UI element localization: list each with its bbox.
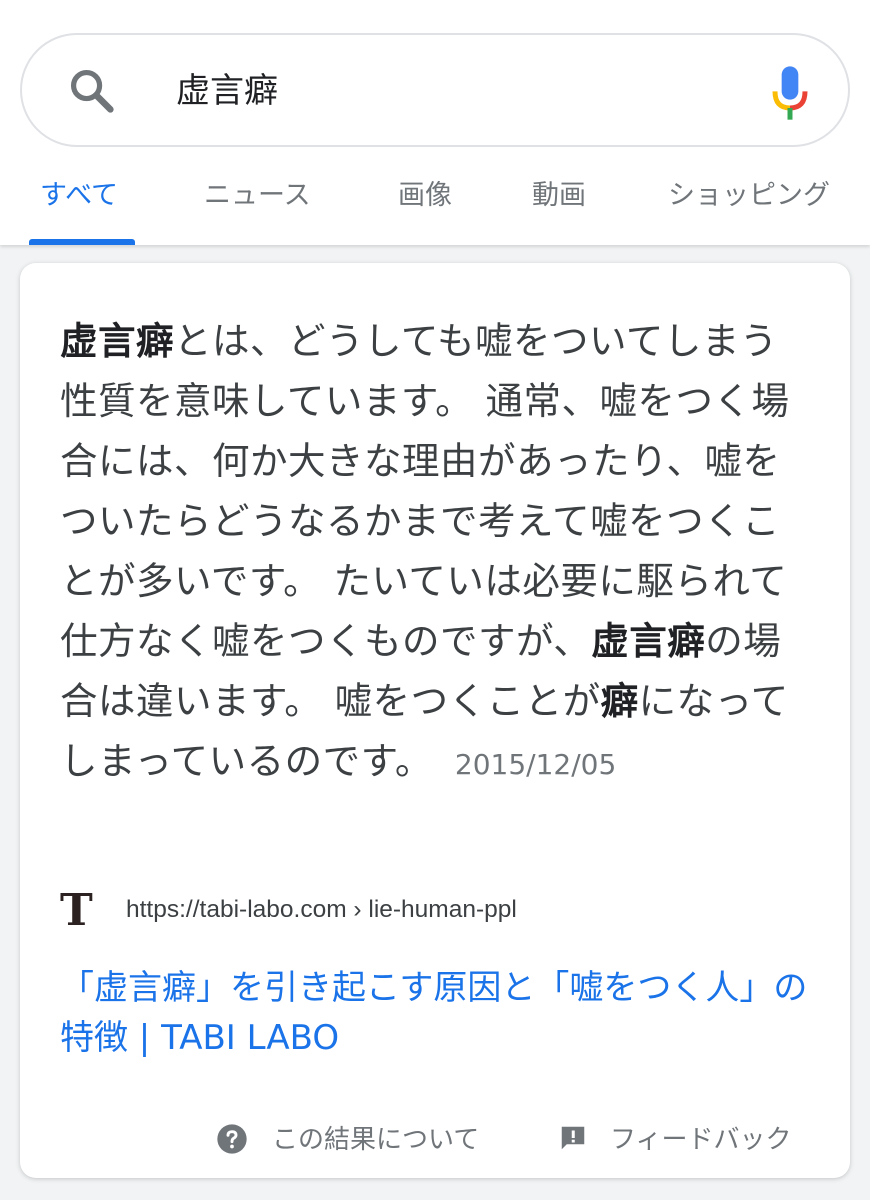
snippet-date: 2015/12/05 [454,748,617,781]
active-tab-indicator [29,239,135,245]
mic-icon[interactable] [770,63,810,123]
feedback-link[interactable]: フィードバック [610,1119,791,1156]
snippet-text-part: とは、どうしても嘘をついてしまう性質を意味しています。 通常、嘘をつく場合には、… [60,319,790,663]
snippet-text: 虚言癖とは、どうしても嘘をついてしまう性質を意味しています。 通常、嘘をつく場合… [60,311,815,795]
site-logo: T [60,885,93,936]
result-title-text[interactable]: 「虚言癖」を引き起こす原因と「嘘をつく人」の特徴 | TABI LABO [60,968,807,1058]
tab-videos[interactable]: 動画 [532,165,586,245]
search-icon[interactable] [66,65,118,117]
source-url[interactable]: https://tabi-labo.com › lie-human-ppl [126,896,517,924]
tab-news[interactable]: ニュース [204,165,311,245]
featured-snippet-card: 虚言癖とは、どうしても嘘をついてしまう性質を意味しています。 通常、嘘をつく場合… [20,263,850,1178]
search-bar[interactable]: 虚言癖 [20,33,850,147]
tab-shopping[interactable]: ショッピング [668,165,830,245]
header: 虚言癖 すべて ニュース 画像 動画 ショッピング [0,0,870,245]
snippet-bold-term: 虚言癖 [591,619,706,663]
help-circle-icon[interactable] [216,1123,248,1155]
tab-images[interactable]: 画像 [398,165,452,245]
search-results-page: 虚言癖 すべて ニュース 画像 動画 ショッピング 虚言癖とは、どうしても嘘をつ… [0,0,870,1200]
tab-all[interactable]: すべて [40,165,118,245]
search-input[interactable]: 虚言癖 [176,63,278,119]
snippet-bold-term: 虚言癖 [60,319,174,363]
snippet-bold-term: 癖 [600,679,639,723]
feedback-icon[interactable] [558,1123,588,1153]
snippet-footer: この結果について フィードバック [20,1113,850,1163]
about-result-link[interactable]: この結果について [272,1119,479,1156]
source-row[interactable]: T https://tabi-labo.com › lie-human-ppl [60,888,820,938]
result-title-link[interactable]: 「虚言癖」を引き起こす原因と「嘘をつく人」の特徴 | TABI LABO [60,963,820,1063]
search-tabs: すべて ニュース 画像 動画 ショッピング [0,165,870,245]
